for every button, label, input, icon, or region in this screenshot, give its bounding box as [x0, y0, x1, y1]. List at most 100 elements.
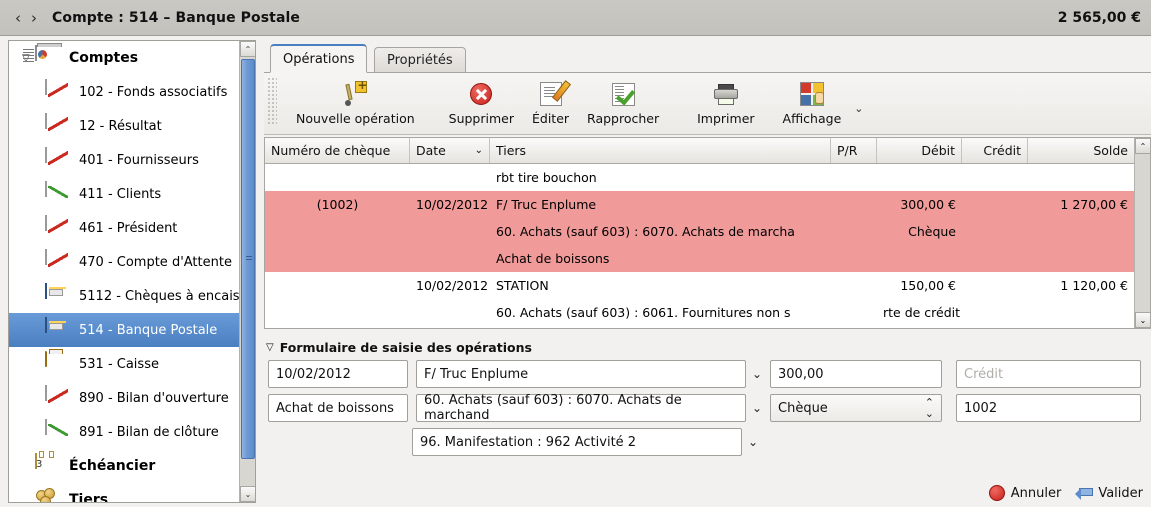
- reconcile-label: Rapprocher: [587, 111, 660, 126]
- chart-down-icon: [45, 147, 71, 172]
- table-row[interactable]: 60. Achats (sauf 603) : 6070. Achats de …: [265, 218, 1134, 245]
- delete-label: Supprimer: [448, 111, 514, 126]
- comment-field[interactable]: Achat de boissons: [268, 394, 408, 422]
- sidebar-item-12[interactable]: 12 - Résultat: [9, 109, 241, 143]
- account-balance: 2 565,00 €: [1057, 9, 1141, 26]
- column-header-debit[interactable]: Débit: [877, 138, 962, 163]
- cell-debit: Chèque: [908, 224, 956, 239]
- toolbar: Nouvelle opération Supprimer Éditer Rapp…: [264, 73, 1151, 135]
- sidebar-scrollbar[interactable]: ⌃ ⌄: [239, 41, 255, 502]
- new-operation-label: Nouvelle opération: [296, 111, 415, 126]
- balls-icon: [35, 488, 61, 502]
- column-header-date[interactable]: Date ⌄: [410, 138, 490, 163]
- forward-icon[interactable]: ›: [26, 7, 42, 29]
- bank-icon: [45, 283, 71, 308]
- view-icon: [799, 79, 824, 109]
- tiers-field[interactable]: F/ Truc Enplume: [416, 360, 746, 388]
- column-header-pr[interactable]: P/R: [831, 138, 877, 163]
- sort-descending-icon[interactable]: ⌄: [475, 145, 483, 156]
- sidebar-item-label: 461 - Président: [79, 220, 178, 236]
- sidebar-item-label: 102 - Fonds associatifs: [79, 84, 228, 100]
- sidebar-item-label: 890 - Bilan d'ouverture: [79, 390, 229, 406]
- delete-button[interactable]: Supprimer: [440, 77, 523, 128]
- chart-up-icon: [45, 181, 71, 206]
- chart-down-icon: [45, 215, 71, 240]
- scroll-up-icon[interactable]: ⌃: [240, 41, 255, 57]
- tab-operations[interactable]: Opérations: [270, 44, 368, 73]
- disclosure-triangle-icon[interactable]: ▽: [266, 342, 274, 353]
- sidebar-item-102[interactable]: 102 - Fonds associatifs: [9, 75, 241, 109]
- delete-icon: [470, 79, 493, 109]
- sidebar-item-890[interactable]: 890 - Bilan d'ouverture: [9, 381, 241, 415]
- payment-mode-select[interactable]: Chèque ⌃ ⌄: [770, 394, 942, 422]
- sidebar-item-514[interactable]: 514 - Banque Postale: [9, 313, 241, 347]
- sidebar-item-461[interactable]: 461 - Président: [9, 211, 241, 245]
- cell-solde: 1 270,00 €: [1060, 197, 1128, 212]
- toolbar-overflow-icon[interactable]: ⌄: [854, 102, 863, 115]
- column-header-credit[interactable]: Crédit: [962, 138, 1028, 163]
- chart-down-icon: [45, 385, 71, 410]
- activity-dropdown-icon[interactable]: ⌄: [742, 435, 764, 449]
- spinner-icon[interactable]: ⌃ ⌄: [925, 397, 934, 419]
- column-header-date-label: Date: [416, 143, 446, 158]
- sidebar-item-label: 12 - Résultat: [79, 118, 162, 134]
- table-row[interactable]: (1002) 10/02/2012 F/ Truc Enplume 300,00…: [265, 191, 1134, 218]
- accounts-tree[interactable]: ▽ Comptes 102 - Fonds associatifs 12 - R…: [9, 41, 241, 502]
- tiers-dropdown-icon[interactable]: ⌄: [746, 367, 768, 381]
- sidebar-group-label: Échéancier: [69, 458, 156, 474]
- cancel-icon: [988, 485, 1005, 501]
- new-operation-button[interactable]: Nouvelle opération: [287, 77, 424, 128]
- table-row[interactable]: 10/02/2012 STATION 150,00 € 1 120,00 €: [265, 272, 1134, 299]
- view-button[interactable]: Affichage: [774, 77, 851, 128]
- credit-field[interactable]: Crédit: [956, 360, 1141, 388]
- sidebar-item-891[interactable]: 891 - Bilan de clôture: [9, 415, 241, 449]
- chart-down-icon: [45, 249, 71, 274]
- account-field[interactable]: 60. Achats (sauf 603) : 6070. Achats de …: [416, 393, 746, 423]
- back-icon[interactable]: ‹: [10, 7, 26, 29]
- sidebar-group-echeancier[interactable]: 3 Échéancier: [9, 449, 241, 483]
- column-header-tiers[interactable]: Tiers: [490, 138, 831, 163]
- scroll-down-icon[interactable]: ⌄: [240, 486, 255, 502]
- sidebar-item-401[interactable]: 401 - Fournisseurs: [9, 143, 241, 177]
- date-field[interactable]: 10/02/2012: [268, 360, 408, 388]
- scroll-down-icon[interactable]: ⌄: [1135, 312, 1151, 328]
- account-dropdown-icon[interactable]: ⌄: [746, 401, 768, 415]
- sidebar-item-470[interactable]: 470 - Compte d'Attente: [9, 245, 241, 279]
- tree-group-comptes[interactable]: ▽ Comptes: [9, 41, 241, 75]
- print-button[interactable]: Imprimer: [688, 77, 763, 128]
- table-row[interactable]: Achat de boissons: [265, 245, 1134, 272]
- sidebar-scrollbar-thumb[interactable]: [241, 59, 255, 459]
- chart-up-icon: [45, 419, 71, 444]
- sidebar-item-5112[interactable]: 5112 - Chèques à encaisser: [9, 279, 241, 313]
- form-row-2: Achat de boissons 60. Achats (sauf 603) …: [264, 393, 1151, 423]
- sidebar-item-411[interactable]: 411 - Clients: [9, 177, 241, 211]
- toolbar-grip[interactable]: [267, 77, 277, 125]
- table-scrollbar[interactable]: ⌃ ⌄: [1134, 138, 1151, 328]
- sidebar-item-label: 470 - Compte d'Attente: [79, 254, 232, 270]
- bank-icon: [45, 317, 71, 342]
- activity-field[interactable]: 96. Manifestation : 962 Activité 2: [412, 428, 742, 456]
- form-section-header[interactable]: ▽ Formulaire de saisie des opérations: [264, 336, 1151, 358]
- debit-field[interactable]: 300,00: [770, 360, 942, 388]
- edit-button[interactable]: Éditer: [523, 77, 578, 128]
- column-header-cheque[interactable]: Numéro de chèque: [265, 138, 410, 163]
- sidebar-group-tiers[interactable]: Tiers: [9, 483, 241, 502]
- edit-icon: [539, 79, 562, 109]
- cheque-number-field[interactable]: 1002: [956, 394, 1141, 422]
- table-row[interactable]: rbt tire bouchon: [265, 164, 1134, 191]
- scroll-up-icon[interactable]: ⌃: [1135, 138, 1151, 154]
- column-header-solde[interactable]: Solde: [1028, 138, 1134, 163]
- validate-button[interactable]: Valider: [1075, 486, 1143, 501]
- reconcile-button[interactable]: Rapprocher: [578, 77, 668, 128]
- table-body: rbt tire bouchon (1002) 10/02/2012 F/ Tr…: [265, 164, 1134, 328]
- table-row[interactable]: 60. Achats (sauf 603) : 6061. Fourniture…: [265, 299, 1134, 326]
- sidebar-item-531[interactable]: 531 - Caisse: [9, 347, 241, 381]
- sidebar-item-label: 5112 - Chèques à encaisser: [79, 288, 241, 304]
- title-bar: ‹ › Compte : 514 – Banque Postale 2 565,…: [0, 0, 1151, 36]
- sidebar-item-label: 531 - Caisse: [79, 356, 159, 372]
- cell-debit: rte de crédit: [883, 305, 961, 320]
- form-row-1: 10/02/2012 F/ Truc Enplume ⌄ 300,00 Créd…: [264, 360, 1151, 388]
- tab-proprietes[interactable]: Propriétés: [374, 47, 466, 73]
- page-title: Compte : 514 – Banque Postale: [52, 9, 300, 26]
- cancel-button[interactable]: Annuler: [988, 485, 1061, 501]
